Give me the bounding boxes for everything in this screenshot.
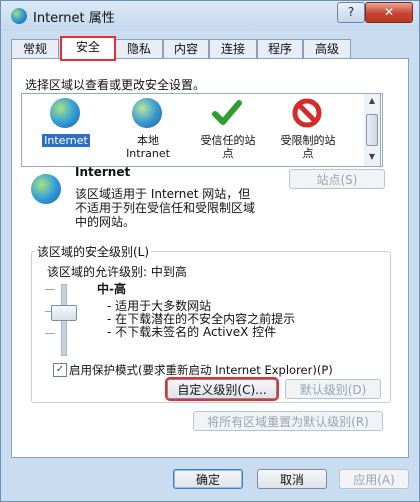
level-bullet-3: - 不下载未签名的 ActiveX 控件: [107, 325, 277, 339]
window-title: Internet 属性: [33, 11, 115, 26]
reset-all-zones-button[interactable]: 将所有区域重置为默认级别(R): [193, 411, 383, 431]
tab-content[interactable]: 内容: [163, 39, 209, 59]
internet-properties-window: Internet 属性 ? ✕ 常规 安全 隐私 内容 连接 程序 高级 选择区…: [0, 0, 420, 502]
zone-label: 本地: [137, 134, 159, 147]
title-bar[interactable]: Internet 属性 ? ✕: [1, 1, 419, 31]
tab-strip: 常规 安全 隐私 内容 连接 程序 高级: [11, 36, 411, 61]
tab-security[interactable]: 安全: [60, 36, 116, 61]
globe-icon: [50, 98, 80, 128]
zone-restricted-sites[interactable]: 受限制的站点: [268, 94, 348, 166]
scroll-up-arrow-icon[interactable]: ▲: [364, 94, 380, 108]
default-level-button[interactable]: 默认级别(D): [285, 379, 381, 399]
custom-level-button[interactable]: 自定义级别(C)...: [165, 377, 279, 401]
apply-button[interactable]: 应用(A): [339, 469, 409, 489]
scroll-thumb[interactable]: [366, 114, 378, 146]
tab-general[interactable]: 常规: [11, 39, 59, 59]
ok-button[interactable]: 确定: [173, 469, 243, 489]
zone-list-scrollbar[interactable]: ▲ ▼: [364, 93, 381, 167]
zone-label: 受限制的站: [280, 134, 336, 147]
tab-privacy[interactable]: 隐私: [115, 39, 163, 59]
protected-mode-label[interactable]: 启用保护模式(要求重新启动 Internet Explorer)(P): [69, 362, 333, 378]
security-level-name: 中-高: [97, 282, 126, 296]
slider-tick: [45, 333, 55, 334]
zone-label-2: 点: [222, 147, 234, 160]
zone-label-2: 点: [302, 147, 314, 160]
zone-local-intranet[interactable]: 本地 Intranet: [108, 94, 188, 166]
security-level-slider-thumb[interactable]: [51, 305, 77, 321]
security-level-group-title: 该区域的安全级别(L): [35, 243, 152, 260]
scroll-down-arrow-icon[interactable]: ▼: [364, 150, 380, 164]
tab-advanced[interactable]: 高级: [303, 39, 351, 59]
zone-label: 受信任的站: [200, 134, 256, 147]
zone-list[interactable]: Internet 本地 Intranet 受信任的站点 受限制的站点: [21, 93, 383, 167]
sites-button[interactable]: 站点(S): [289, 169, 385, 189]
selected-zone-title: Internet: [75, 165, 131, 179]
selected-zone-globe-icon: [31, 174, 61, 204]
green-check-icon: [212, 100, 242, 125]
ie-globe-icon: [11, 8, 27, 24]
zone-prompt: 选择区域以查看或更改安全设置。: [25, 78, 206, 92]
help-button[interactable]: ?: [337, 2, 365, 23]
selected-zone-desc-line3: 中的网站。: [75, 215, 136, 229]
zone-trusted-sites[interactable]: 受信任的站点: [188, 94, 268, 166]
zone-label: Internet: [42, 134, 90, 147]
tab-programs[interactable]: 程序: [257, 39, 303, 59]
slider-tick: [45, 289, 55, 290]
tab-connections[interactable]: 连接: [209, 39, 257, 59]
network-globe-icon: [132, 98, 162, 128]
protected-mode-checkbox[interactable]: ✓: [53, 363, 67, 377]
zone-internet[interactable]: Internet: [26, 94, 106, 166]
allowed-levels-text: 该区域的允许级别: 中到高: [47, 265, 187, 279]
close-button[interactable]: ✕: [365, 2, 413, 23]
zone-label-2: Intranet: [126, 147, 170, 160]
red-no-entry-icon: [292, 98, 322, 128]
cancel-button[interactable]: 取消: [257, 469, 327, 489]
